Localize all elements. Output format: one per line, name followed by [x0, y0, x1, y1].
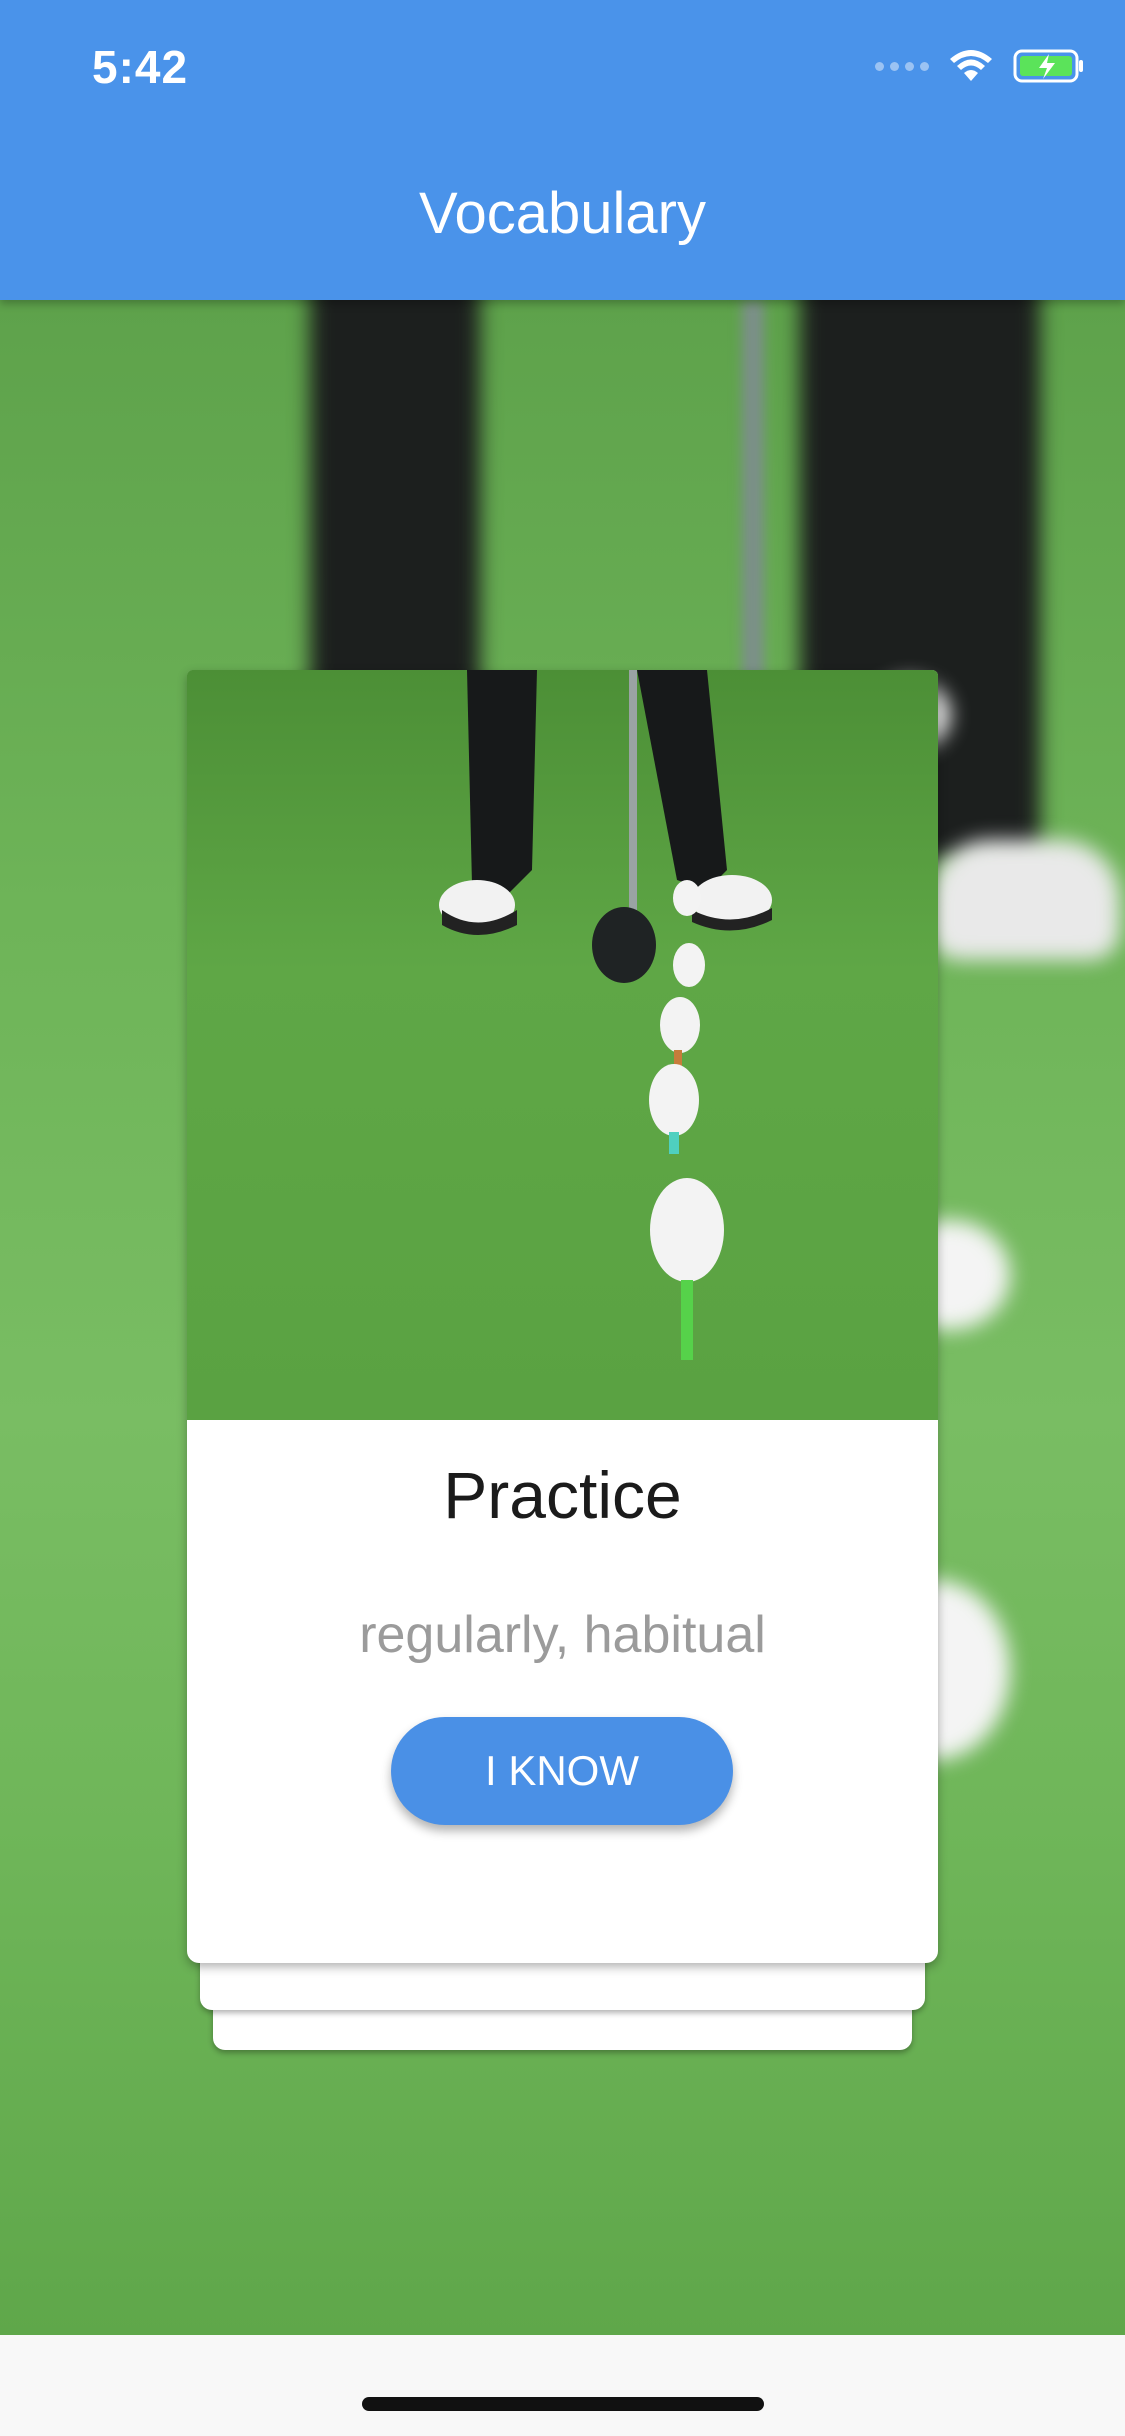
card-stack-middle	[200, 1955, 925, 2010]
battery-charging-icon	[1013, 49, 1083, 83]
word-meaning: regularly, habitual	[359, 1606, 766, 1664]
status-time: 5:42	[92, 41, 189, 93]
i-know-button[interactable]: I KNOW	[391, 1717, 733, 1825]
vocabulary-card[interactable]: Practice regularly, habitual I KNOW	[187, 670, 938, 1963]
signal-dots-icon	[875, 61, 929, 71]
card-photo	[187, 670, 938, 1420]
vocabulary-word: Practice	[443, 1458, 682, 1532]
wifi-icon	[950, 50, 992, 81]
home-indicator[interactable]	[362, 2397, 764, 2411]
page-title: Vocabulary	[419, 181, 706, 246]
navigation-header: 5:42 Vocabulary	[0, 0, 1125, 300]
status-icons	[875, 46, 1085, 86]
bottom-safe-area	[0, 2335, 1125, 2436]
